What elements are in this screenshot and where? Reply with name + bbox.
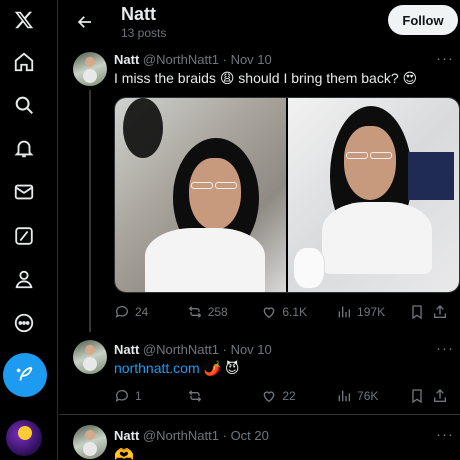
tweet-media[interactable] <box>114 97 460 293</box>
retweet-button[interactable]: 258 <box>187 304 262 320</box>
more-options-icon[interactable]: ··· <box>436 50 454 67</box>
views-count: 197K <box>357 305 386 319</box>
bookmark-icon <box>412 305 422 320</box>
search-icon[interactable] <box>8 89 40 121</box>
notifications-icon[interactable] <box>8 132 40 164</box>
views-icon <box>338 390 351 402</box>
avatar[interactable] <box>73 425 107 459</box>
tweet-date[interactable]: Oct 20 <box>231 428 269 443</box>
left-nav <box>0 0 58 460</box>
tweet[interactable]: Natt @NorthNatt1 · Nov 10 ··· I miss the… <box>59 44 460 332</box>
views-button[interactable]: 76K <box>336 388 409 404</box>
avatar[interactable] <box>73 340 107 374</box>
home-icon[interactable] <box>8 46 40 78</box>
tweet-actions: 24 258 6.1K 197K <box>114 302 452 322</box>
like-count: 6.1K <box>282 305 308 319</box>
bookmark-button[interactable] <box>409 388 433 404</box>
reply-count: 24 <box>135 305 149 319</box>
tweet[interactable]: Natt @NorthNatt1 · Nov 10 ··· northnatt.… <box>59 330 460 414</box>
more-options-icon[interactable]: ··· <box>436 426 454 443</box>
photo-1[interactable] <box>115 98 286 292</box>
separator-dot: · <box>222 52 227 67</box>
retweet-count: 258 <box>207 305 228 319</box>
reply-count: 1 <box>135 389 142 403</box>
tweet-link[interactable]: northnatt.com <box>114 360 200 376</box>
reply-button[interactable]: 24 <box>114 304 187 320</box>
retweet-button[interactable] <box>187 388 262 404</box>
author-handle[interactable]: @NorthNatt1 <box>143 342 219 357</box>
profile-header: Natt 13 posts Follow <box>59 0 460 44</box>
views-count: 76K <box>357 389 379 403</box>
tweet-meta: Natt @NorthNatt1 · Nov 10 <box>114 52 272 67</box>
tweet-date[interactable]: Nov 10 <box>231 342 272 357</box>
bookmark-button[interactable] <box>409 304 433 320</box>
more-options-icon[interactable]: ··· <box>436 340 454 357</box>
separator-dot: · <box>222 428 227 443</box>
tweet-text: northnatt.com 🌶️ 😈 <box>114 360 239 377</box>
author-name[interactable]: Natt <box>114 428 139 443</box>
thread-line <box>89 90 91 332</box>
like-button[interactable]: 22 <box>261 388 336 404</box>
more-icon[interactable] <box>8 307 40 339</box>
post-count: 13 posts <box>121 26 167 40</box>
post-icon <box>16 366 33 381</box>
follow-button[interactable]: Follow <box>388 5 458 35</box>
tweet-date[interactable]: Nov 10 <box>231 52 272 67</box>
retweet-icon <box>188 306 201 318</box>
tweet[interactable]: Natt @NorthNatt1 · Oct 20 ··· 🫶 <box>59 415 460 460</box>
views-icon <box>338 306 351 318</box>
tweet-meta: Natt @NorthNatt1 · Nov 10 <box>114 342 272 357</box>
share-icon <box>434 305 447 318</box>
author-name[interactable]: Natt <box>114 52 139 67</box>
avatar[interactable] <box>73 52 107 86</box>
like-count: 22 <box>282 389 296 403</box>
tweet-meta: Natt @NorthNatt1 · Oct 20 <box>114 428 269 443</box>
post-button[interactable] <box>3 353 47 397</box>
grok-icon[interactable] <box>8 220 40 252</box>
heart-icon <box>264 391 275 403</box>
heart-icon <box>264 307 275 319</box>
photo-2[interactable] <box>288 98 459 292</box>
share-button[interactable] <box>432 304 452 320</box>
arrow-left-icon <box>77 16 91 28</box>
author-handle[interactable]: @NorthNatt1 <box>143 52 219 67</box>
tweet-text: I miss the braids 😩 should I bring them … <box>114 70 418 86</box>
author-name[interactable]: Natt <box>114 342 139 357</box>
share-button[interactable] <box>432 388 452 404</box>
share-icon <box>434 389 447 402</box>
reply-icon <box>115 390 128 402</box>
reply-button[interactable]: 1 <box>114 388 187 404</box>
bookmark-icon <box>412 389 422 404</box>
like-button[interactable]: 6.1K <box>261 304 336 320</box>
account-avatar[interactable] <box>6 420 42 456</box>
x-logo-icon[interactable] <box>8 4 40 36</box>
separator-dot: · <box>222 342 227 357</box>
tweet-emoji: 🌶️ 😈 <box>199 360 240 376</box>
profile-icon[interactable] <box>8 263 40 295</box>
messages-icon[interactable] <box>8 176 40 208</box>
retweet-icon <box>188 390 201 402</box>
tweet-actions: 1 22 76K <box>114 386 452 406</box>
views-button[interactable]: 197K <box>336 304 409 320</box>
back-button[interactable] <box>71 8 99 36</box>
tweet-text: 🫶 <box>114 447 134 460</box>
author-handle[interactable]: @NorthNatt1 <box>143 428 219 443</box>
page-title: Natt <box>121 4 156 24</box>
reply-icon <box>115 306 128 318</box>
